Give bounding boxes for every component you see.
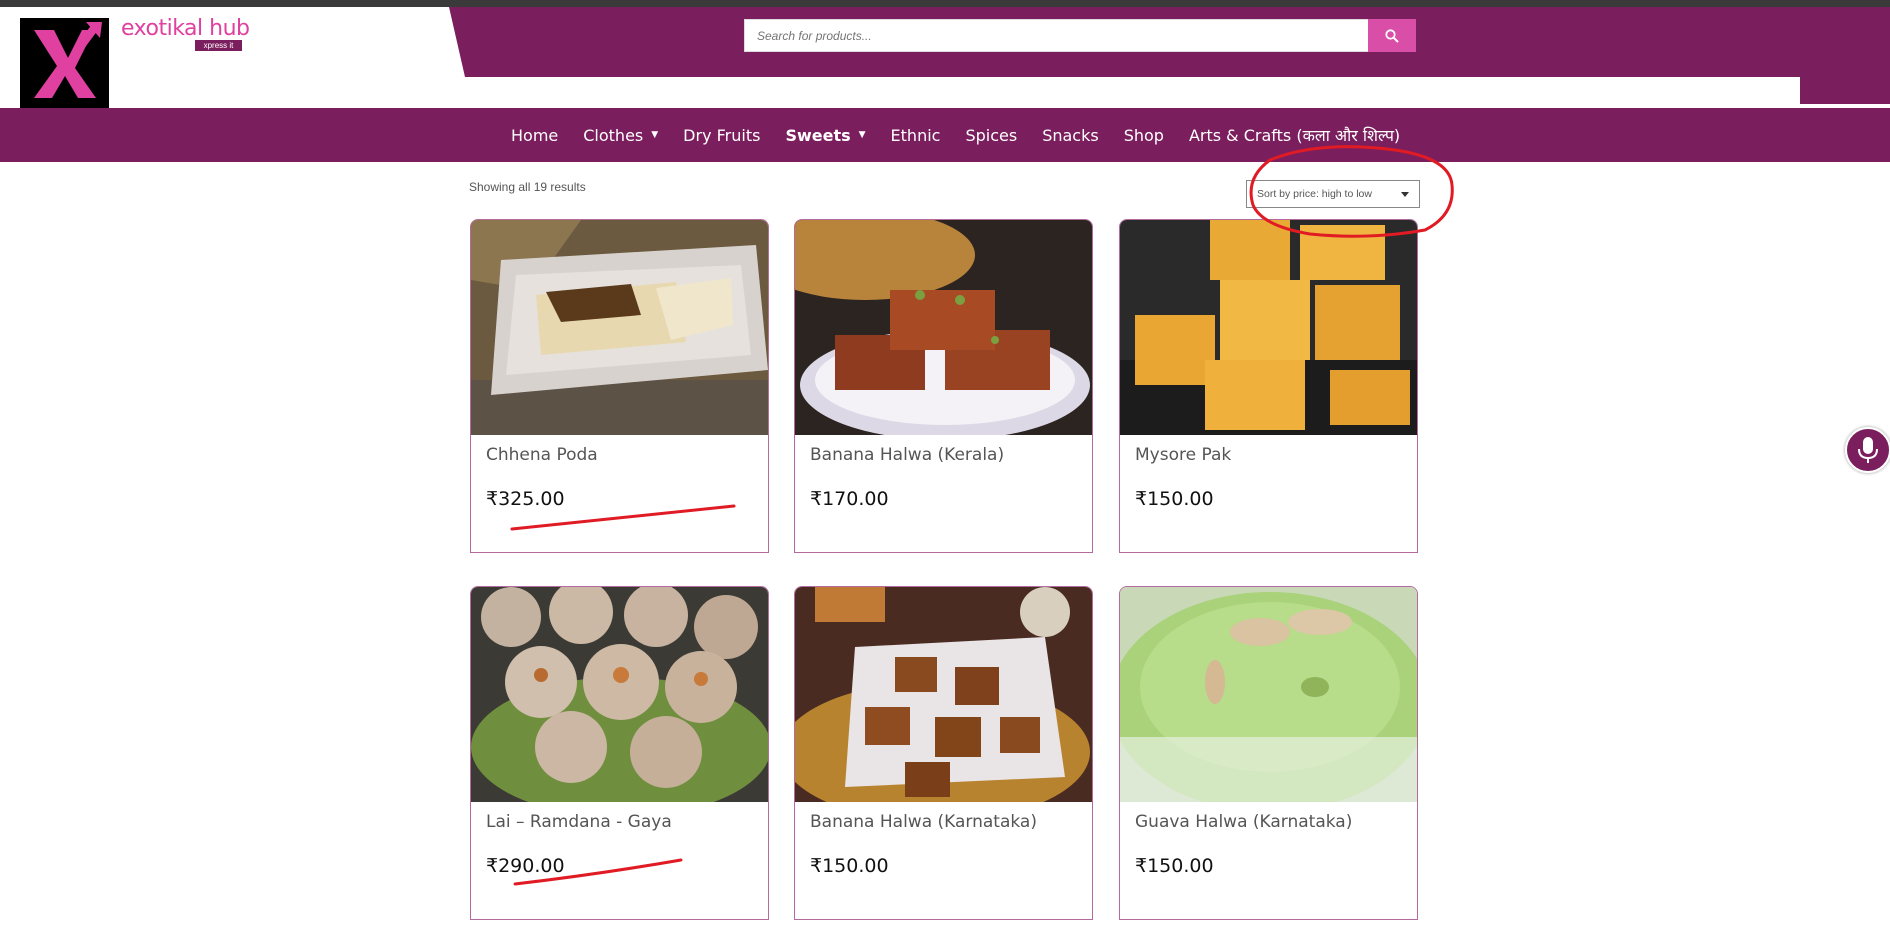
nav-label: Dry Fruits [683,125,761,145]
product-image [795,587,1092,802]
nav-item-home[interactable]: Home [511,126,558,145]
product-price: ₹150.00 [1135,855,1214,877]
product-price: ₹150.00 [810,855,889,877]
product-price: ₹290.00 [486,855,565,877]
nav-label: Arts & Crafts (कला और शिल्प) [1188,126,1401,145]
chevron-down-icon: ▼ [858,130,866,140]
browser-top-edge [0,0,1890,7]
product-name[interactable]: Chhena Poda [486,445,598,465]
brand-tagline: xpress it [195,40,242,51]
product-name[interactable]: Guava Halwa (Karnataka) [1135,812,1352,832]
search-icon [1385,28,1399,43]
product-card[interactable]: Chhena Poda ₹325.00 [470,219,769,553]
nav-label: Home [511,125,559,145]
product-name[interactable]: Lai – Ramdana - Gaya [486,812,672,832]
chevron-down-icon: ▼ [651,130,659,140]
product-image [471,220,768,435]
nav-item-arts-crafts[interactable]: Arts & Crafts (कला और शिल्प) [1189,124,1400,146]
search-bar [744,19,1416,52]
sort-value: Sort by price: high to low [1257,188,1372,200]
product-price: ₹325.00 [486,488,565,510]
product-name[interactable]: Banana Halwa (Kerala) [810,445,1004,465]
product-name[interactable]: Mysore Pak [1135,445,1231,465]
product-image [1120,220,1417,435]
results-count: Showing all 19 results [469,180,586,194]
nav-label: Sweets [785,125,851,145]
product-name[interactable]: Banana Halwa (Karnataka) [810,812,1037,832]
nav-label: Shop [1123,125,1164,145]
product-card[interactable]: Mysore Pak ₹150.00 [1119,219,1418,553]
voice-search-button[interactable] [1845,427,1890,473]
header-strip [464,77,1800,104]
product-card[interactable]: Guava Halwa (Karnataka) ₹150.00 [1119,586,1418,920]
nav-label: Spices [965,125,1018,145]
logo-x-icon [34,22,102,98]
header-corner [1800,77,1890,104]
sort-select[interactable]: Sort by price: high to low [1246,180,1420,208]
product-image [471,587,768,802]
nav-item-snacks[interactable]: Snacks [1042,126,1099,145]
product-card[interactable]: Banana Halwa (Karnataka) ₹150.00 [794,586,1093,920]
nav-label: Ethnic [890,125,941,145]
brand-name: exotikal hub [121,16,250,41]
nav-item-dry-fruits[interactable]: Dry Fruits [683,126,760,145]
nav-item-ethnic[interactable]: Ethnic [891,126,941,145]
product-price: ₹170.00 [810,488,889,510]
product-image [1120,587,1417,802]
nav-item-clothes[interactable]: Clothes ▼ [583,126,658,145]
chevron-down-icon [1401,191,1409,197]
nav-item-sweets[interactable]: Sweets ▼ [785,126,865,145]
main-nav: Home Clothes ▼ Dry Fruits Sweets ▼ Ethnic … [0,108,1890,162]
product-card[interactable]: Lai – Ramdana - Gaya ₹290.00 [470,586,769,920]
nav-item-shop[interactable]: Shop [1124,126,1164,145]
search-input[interactable] [744,19,1368,52]
microphone-icon [1858,437,1878,463]
site-logo[interactable] [20,18,109,108]
nav-label: Snacks [1042,125,1099,145]
product-card[interactable]: Banana Halwa (Kerala) ₹170.00 [794,219,1093,553]
product-image [795,220,1092,435]
product-price: ₹150.00 [1135,488,1214,510]
nav-label: Clothes [583,125,644,145]
search-button[interactable] [1368,19,1416,52]
nav-item-spices[interactable]: Spices [965,126,1017,145]
